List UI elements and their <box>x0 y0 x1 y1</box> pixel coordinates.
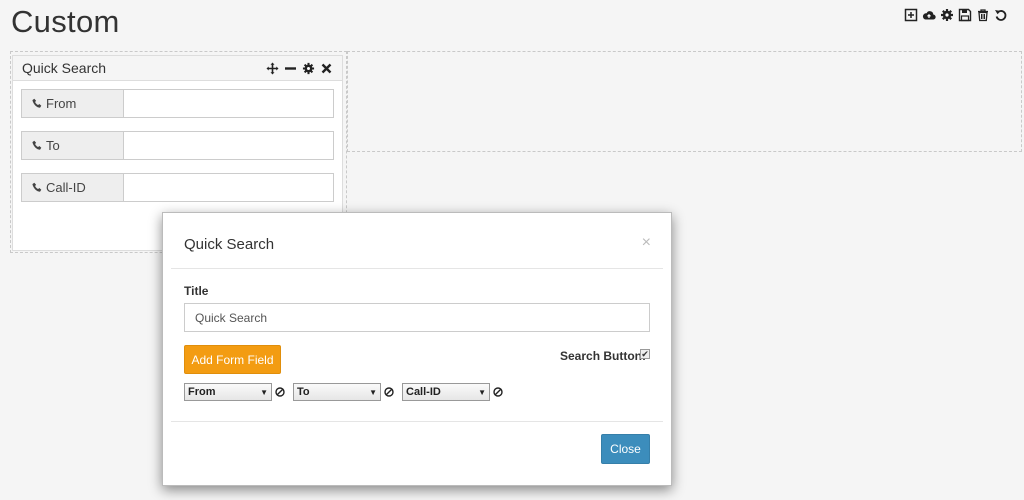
close-icon[interactable] <box>320 62 333 75</box>
add-form-field-button[interactable]: Add Form Field <box>184 345 281 374</box>
call-id-input[interactable] <box>123 173 334 202</box>
phone-icon <box>32 140 43 151</box>
field-label-text: To <box>46 138 60 153</box>
modal-close-icon[interactable]: × <box>642 234 651 252</box>
gear-icon[interactable] <box>940 8 954 22</box>
call-id-field-label: Call-ID <box>21 173 123 202</box>
form-field-select[interactable]: From ▼ <box>184 383 272 401</box>
phone-icon <box>32 98 43 109</box>
cloud-upload-icon[interactable] <box>922 8 936 22</box>
modal-footer-divider <box>171 421 663 422</box>
dropdown-arrow-icon: ▼ <box>369 387 377 397</box>
form-field-select[interactable]: To ▼ <box>293 383 381 401</box>
dropdown-arrow-icon: ▼ <box>478 387 486 397</box>
field-label-text: Call-ID <box>46 180 86 195</box>
dropdown-arrow-icon: ▼ <box>260 387 268 397</box>
page-title: Custom <box>11 4 120 39</box>
call-id-field-row: Call-ID <box>21 173 334 202</box>
form-field-select[interactable]: Call-ID ▼ <box>402 383 490 401</box>
modal-title: Quick Search <box>184 236 275 253</box>
search-button-label: Search Button: <box>560 349 647 363</box>
undo-icon[interactable] <box>994 8 1008 22</box>
plus-square-icon[interactable] <box>904 8 918 22</box>
remove-field-icon[interactable] <box>493 387 503 397</box>
to-input[interactable] <box>123 131 334 160</box>
remove-field-icon[interactable] <box>384 387 394 397</box>
select-value: Call-ID <box>406 386 441 398</box>
phone-icon <box>32 182 43 193</box>
to-field-row: To <box>21 131 334 160</box>
trash-icon[interactable] <box>976 8 990 22</box>
title-input[interactable] <box>184 303 650 332</box>
search-button-checkbox[interactable]: ✔ <box>640 349 650 359</box>
from-field-label: From <box>21 89 123 118</box>
move-icon[interactable] <box>266 62 279 75</box>
minimize-icon[interactable] <box>284 62 297 75</box>
save-icon[interactable] <box>958 8 972 22</box>
from-field-row: From <box>21 89 334 118</box>
select-value: To <box>297 386 310 398</box>
title-label: Title <box>184 284 209 298</box>
field-label-text: From <box>46 96 77 111</box>
gear-icon[interactable] <box>302 62 315 75</box>
modal-header-divider <box>171 268 663 269</box>
form-field-select-group: To ▼ <box>293 383 394 401</box>
dashboard-toolbar <box>904 8 1008 22</box>
close-button[interactable]: Close <box>601 434 650 464</box>
form-field-select-group: Call-ID ▼ <box>402 383 503 401</box>
widget-tools <box>266 62 333 75</box>
quick-search-settings-modal: Quick Search × Title Add Form Field Sear… <box>162 212 672 486</box>
from-input[interactable] <box>123 89 334 118</box>
select-value: From <box>188 386 216 398</box>
widget-title: Quick Search <box>22 60 107 76</box>
dashboard-drop-zone <box>347 51 1022 152</box>
widget-header: Quick Search <box>13 56 342 81</box>
to-field-label: To <box>21 131 123 160</box>
remove-field-icon[interactable] <box>275 387 285 397</box>
form-field-select-group: From ▼ <box>184 383 285 401</box>
